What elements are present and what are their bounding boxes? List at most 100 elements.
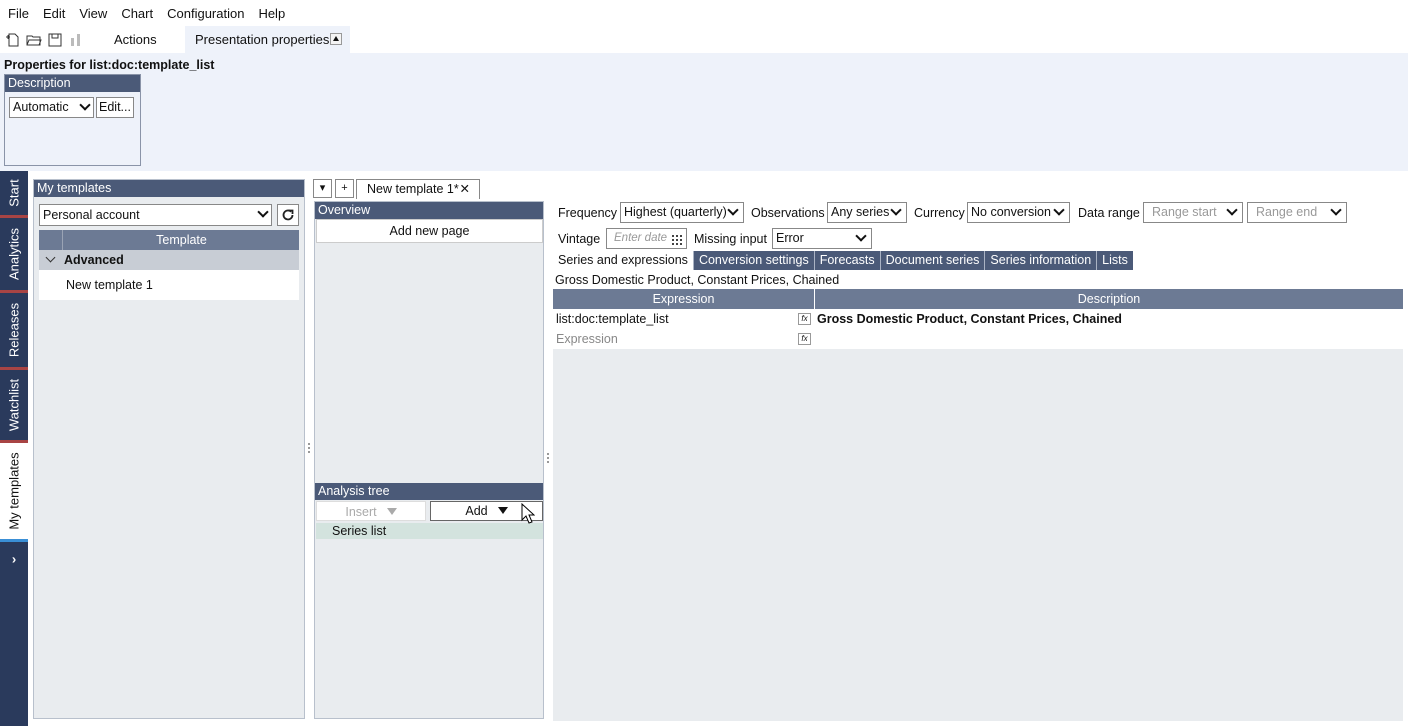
add-new-page-button[interactable]: Add new page (316, 219, 543, 243)
refresh-button[interactable] (277, 204, 299, 226)
frequency-select[interactable]: Highest (quarterly) (620, 202, 744, 223)
insert-button-label: Insert (345, 505, 377, 519)
vintage-label: Vintage (558, 232, 601, 246)
overview-panel: Overview Add new page Analysis tree Inse… (314, 201, 544, 719)
account-select-value: Personal account (43, 208, 140, 222)
rail-tab-analytics-label: Analytics (6, 227, 22, 281)
description-column-header[interactable]: Description (815, 289, 1403, 309)
template-group-row[interactable]: Advanced (39, 250, 299, 270)
tree-item-series-list[interactable]: Series list (316, 523, 543, 539)
open-folder-icon[interactable] (26, 32, 42, 48)
function-icon[interactable]: fx (798, 333, 811, 345)
template-row[interactable]: New template 1 (39, 270, 299, 300)
menu-file[interactable]: File (4, 6, 33, 21)
currency-select[interactable]: No conversion (967, 202, 1070, 223)
range-start-select[interactable]: Range start (1143, 202, 1243, 223)
mouse-cursor-icon (521, 502, 536, 528)
rail-tab-watchlist[interactable]: Watchlist (0, 370, 28, 440)
rail-active-indicator (0, 539, 28, 542)
insert-button[interactable]: Insert (316, 501, 426, 521)
table-row[interactable]: Expression fx (553, 329, 1403, 349)
chevron-down-icon (855, 230, 867, 242)
rail-tab-my-templates[interactable]: My templates (0, 443, 28, 539)
actions-tab[interactable]: Actions (107, 26, 164, 53)
rail-tab-start[interactable]: Start (0, 171, 28, 215)
expression-column-header[interactable]: Expression (553, 289, 815, 309)
expand-rail-icon[interactable]: › (0, 547, 28, 571)
template-column-header[interactable]: Template (64, 230, 299, 250)
splitter-handle[interactable] (308, 443, 310, 455)
tab-series-information[interactable]: Series information (985, 251, 1098, 270)
expression-table-empty-area (553, 349, 1403, 721)
refresh-icon (282, 209, 294, 221)
menu-configuration[interactable]: Configuration (163, 6, 248, 21)
edit-description-button[interactable]: Edit... (96, 97, 134, 118)
observations-label: Observations (751, 206, 825, 220)
series-settings-pane: Frequency Highest (quarterly) Observatio… (553, 201, 1403, 721)
frequency-select-value: Highest (quarterly) (624, 205, 727, 219)
vintage-date-placeholder: Enter date (614, 232, 668, 244)
series-title: Gross Domestic Product, Constant Prices,… (555, 273, 840, 287)
chevron-down-icon (1330, 204, 1342, 216)
collapse-chevron-icon[interactable] (45, 252, 56, 263)
toolbar: Actions Presentation properties (0, 26, 1408, 53)
menu-chart[interactable]: Chart (117, 6, 157, 21)
tab-lists[interactable]: Lists (1097, 251, 1133, 270)
tab-forecasts[interactable]: Forecasts (815, 251, 881, 270)
rail-tab-releases[interactable]: Releases (0, 293, 28, 367)
dropdown-icon: ▾ (319, 182, 326, 194)
presentation-properties-tab[interactable]: Presentation properties (185, 26, 350, 53)
chevron-down-icon (257, 206, 269, 218)
description-group: Description Automatic Edit... (4, 74, 141, 166)
rail-tab-analytics[interactable]: Analytics (0, 218, 28, 290)
tab-series-and-expressions[interactable]: Series and expressions (553, 251, 694, 270)
properties-area: Properties for list:doc:template_list De… (0, 53, 1408, 171)
new-tab-button[interactable]: + (335, 179, 354, 198)
vintage-date-input[interactable]: Enter date (606, 228, 687, 249)
missing-input-label: Missing input (694, 232, 767, 246)
range-end-placeholder: Range end (1256, 205, 1318, 219)
menu-edit[interactable]: Edit (39, 6, 69, 21)
tab-conversion-settings[interactable]: Conversion settings (694, 251, 815, 270)
collapse-up-icon[interactable] (330, 33, 342, 45)
templates-table-header: Template (39, 230, 299, 250)
function-icon[interactable]: fx (798, 313, 811, 325)
account-select[interactable]: Personal account (39, 204, 272, 226)
description-cell: Gross Domestic Product, Constant Prices,… (817, 312, 1122, 326)
analysis-tree-header: Analysis tree (315, 483, 543, 500)
missing-input-select[interactable]: Error (772, 228, 872, 249)
currency-label: Currency (914, 206, 965, 220)
chevron-down-icon (1053, 204, 1065, 216)
splitter-handle[interactable] (547, 453, 549, 465)
properties-title: Properties for list:doc:template_list (4, 58, 215, 72)
range-end-select[interactable]: Range end (1247, 202, 1347, 223)
close-icon[interactable]: ✕ (460, 180, 470, 199)
data-range-label: Data range (1078, 206, 1140, 220)
chevron-down-icon (1226, 204, 1238, 216)
menu-help[interactable]: Help (254, 6, 289, 21)
save-icon[interactable] (47, 32, 63, 48)
calendar-icon[interactable] (672, 233, 682, 252)
tab-document-series[interactable]: Document series (881, 251, 986, 270)
currency-select-value: No conversion (971, 205, 1051, 219)
frequency-label: Frequency (558, 206, 618, 220)
my-templates-panel: My templates Personal account Template A… (33, 179, 305, 719)
tab-new-template[interactable]: New template 1* ✕ (356, 179, 480, 199)
side-rail: Start Analytics Releases Watchlist My te… (0, 171, 28, 726)
new-document-icon[interactable] (5, 32, 21, 48)
overview-header: Overview (315, 202, 543, 219)
description-select[interactable]: Automatic (9, 97, 94, 118)
expression-placeholder-cell[interactable]: Expression (556, 329, 618, 349)
my-templates-header: My templates (34, 180, 304, 197)
tab-list-dropdown-button[interactable]: ▾ (313, 179, 332, 198)
table-row[interactable]: list:doc:template_list fx Gross Domestic… (553, 309, 1403, 329)
templates-table: Template Advanced New template 1 (39, 230, 299, 300)
plus-icon: + (341, 182, 348, 194)
rail-tab-my-templates-label: My templates (6, 452, 22, 530)
range-start-placeholder: Range start (1152, 205, 1217, 219)
observations-select[interactable]: Any series (827, 202, 907, 223)
chevron-down-icon (79, 99, 91, 111)
expression-cell[interactable]: list:doc:template_list (556, 309, 669, 329)
menu-view[interactable]: View (75, 6, 111, 21)
missing-input-select-value: Error (776, 231, 804, 245)
